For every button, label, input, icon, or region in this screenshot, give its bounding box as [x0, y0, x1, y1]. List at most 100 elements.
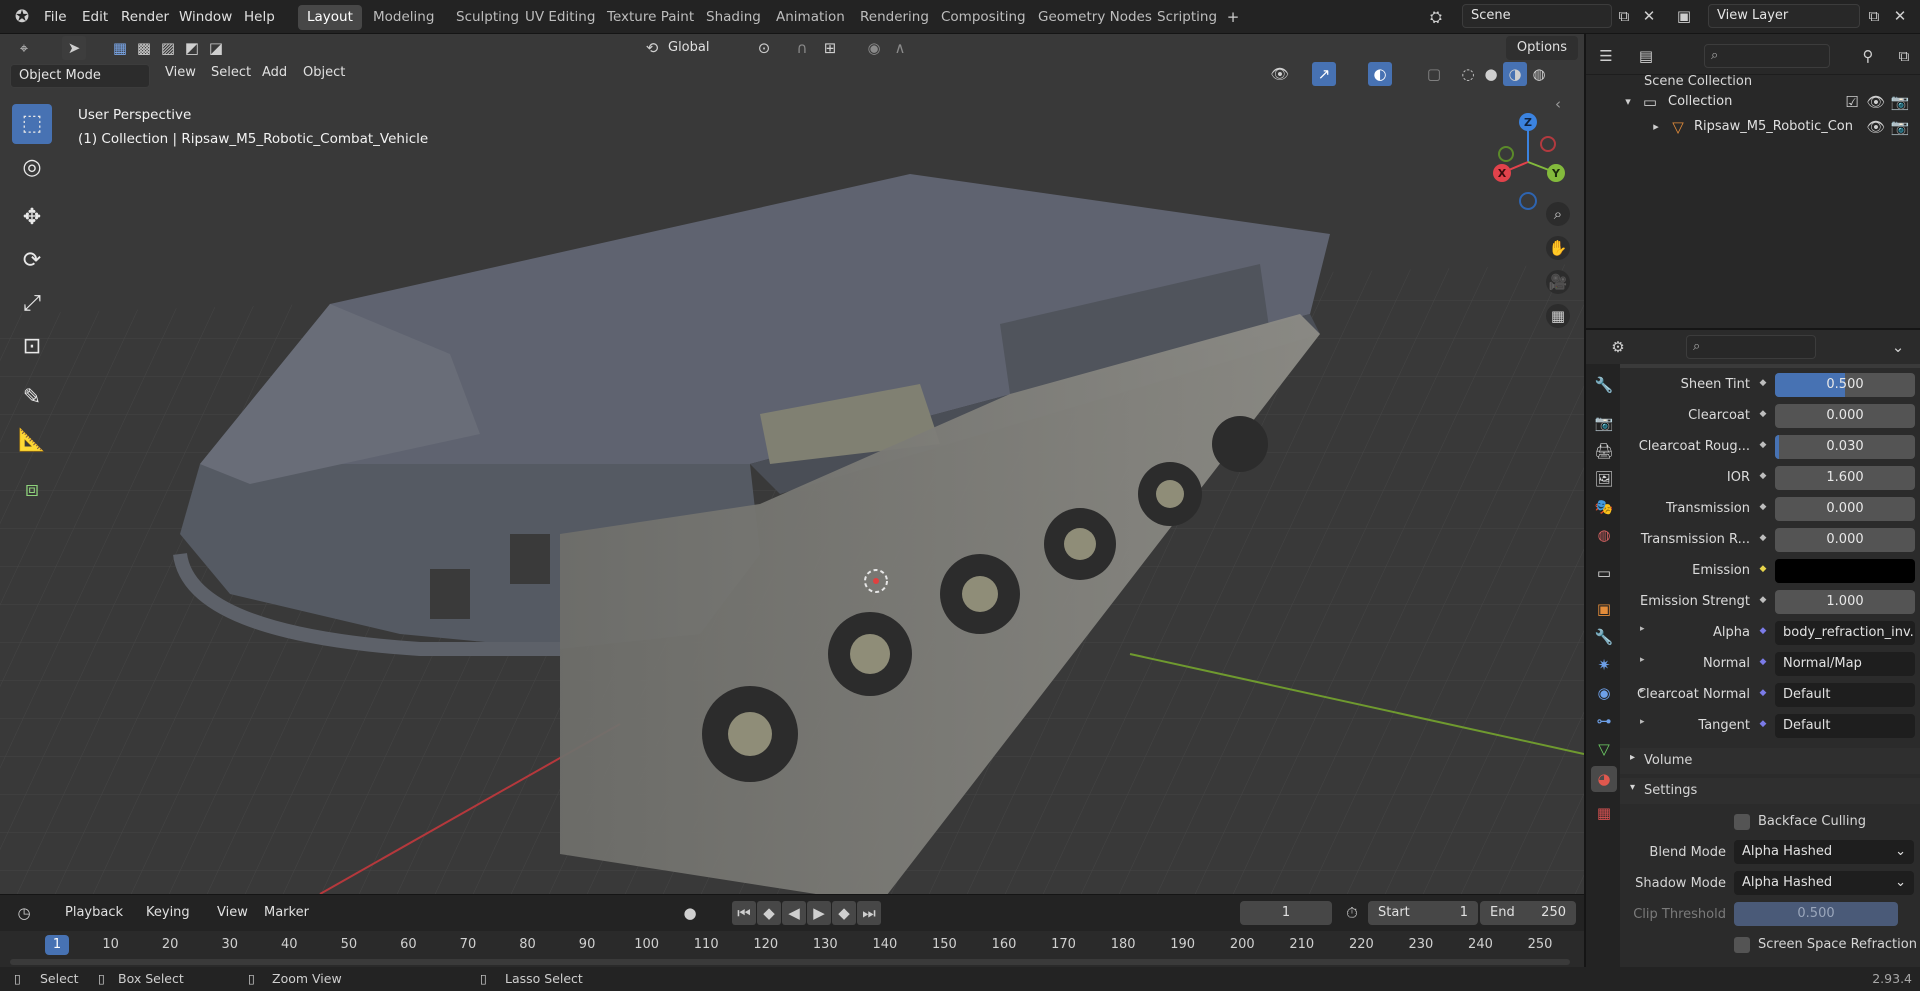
collection-checkbox-icon[interactable]: ☑ [1840, 90, 1864, 114]
collection-label[interactable]: Collection [1668, 90, 1732, 114]
tab-animation[interactable]: Animation [767, 5, 854, 30]
cursor-tool-icon[interactable]: ◎ [12, 148, 52, 188]
shadow-mode-select[interactable]: Alpha Hashed ⌄ [1734, 871, 1914, 895]
options-button[interactable]: Options [1506, 36, 1578, 60]
collapse-collection-icon[interactable]: ▾ [1616, 90, 1640, 114]
socket-dot-icon[interactable]: ◆ [1756, 409, 1770, 419]
select-extend-icon[interactable]: ▩ [132, 36, 156, 60]
snap-icon[interactable]: ∩ [790, 36, 814, 60]
view-layer-icon[interactable]: ▣ [1672, 4, 1696, 28]
menu-file[interactable]: File [36, 0, 75, 34]
tab-rendering[interactable]: Rendering [851, 5, 938, 30]
select-intersect-icon[interactable]: ◪ [204, 36, 228, 60]
collection-visibility-icon[interactable]: 👁 [1864, 90, 1888, 114]
tab-layout[interactable]: Layout [298, 5, 362, 30]
tool-tab-icon[interactable]: 🔧 [1591, 372, 1617, 398]
menu-render[interactable]: Render [113, 0, 177, 34]
jump-end-icon[interactable]: ⏭ [857, 901, 881, 925]
property-link-field[interactable]: Normal/Map [1775, 652, 1915, 676]
tab-shading[interactable]: Shading [697, 5, 770, 30]
end-frame-field[interactable]: End 250 [1480, 901, 1576, 925]
tab-uv-editing[interactable]: UV Editing [516, 5, 604, 30]
rendered-shading-icon[interactable]: ◍ [1527, 62, 1551, 86]
property-slider[interactable]: 0.000 [1775, 404, 1915, 428]
emission-color-swatch[interactable] [1775, 559, 1915, 583]
physics-tab-icon[interactable]: ◉ [1591, 680, 1617, 706]
property-slider[interactable]: 0.000 [1775, 528, 1915, 552]
display-mode-icon[interactable]: ▤ [1634, 44, 1658, 68]
property-number[interactable]: 1.600 [1775, 466, 1915, 490]
filter-icon[interactable]: ⚲ [1856, 44, 1880, 68]
socket-dot-icon[interactable]: ◆ [1756, 626, 1770, 636]
menu-edit[interactable]: Edit [74, 0, 116, 34]
backface-culling-checkbox[interactable] [1734, 814, 1750, 830]
data-tab-icon[interactable]: ▽ [1591, 736, 1617, 762]
gizmo-toggle-icon[interactable]: ↗ [1312, 62, 1336, 86]
socket-dot-icon[interactable]: ◆ [1756, 378, 1770, 388]
properties-editor-type-icon[interactable]: ⚙ [1606, 335, 1630, 359]
snap-target-icon[interactable]: ⊞ [818, 36, 842, 60]
current-frame-indicator[interactable]: 1 [45, 935, 69, 955]
output-tab-icon[interactable]: 🖨 [1591, 438, 1617, 464]
viewport-menu-add[interactable]: Add [254, 62, 295, 84]
collection-tab-icon[interactable]: ▭ [1591, 560, 1617, 586]
new-scene-icon[interactable]: ⧉ [1612, 4, 1636, 28]
timeline-menu-view[interactable]: View [209, 901, 256, 925]
outliner-editor-type-icon[interactable]: ☰ [1594, 44, 1618, 68]
overlays-icon[interactable]: ◐ [1368, 62, 1392, 86]
property-link-field[interactable]: Default [1775, 683, 1915, 707]
zoom-view-icon[interactable]: ⌕ [1546, 202, 1570, 226]
add-workspace-icon[interactable]: + [1221, 5, 1245, 29]
move-tool-icon[interactable]: ✥ [12, 198, 52, 238]
current-frame-field[interactable]: 1 [1240, 901, 1332, 925]
delete-scene-icon[interactable]: ✕ [1637, 4, 1661, 28]
socket-dot-icon[interactable]: ◆ [1756, 564, 1770, 574]
select-tool-icon[interactable]: ➤ [62, 36, 86, 60]
view-layer-tab-icon[interactable]: 🖼 [1591, 466, 1617, 492]
select-box-tool-icon[interactable]: ⬚ [12, 104, 52, 144]
falloff-icon[interactable]: ∧ [888, 36, 912, 60]
mode-select[interactable]: Object Mode [10, 64, 150, 88]
select-invert-icon[interactable]: ◩ [180, 36, 204, 60]
3d-viewport[interactable]: ⌖ ➤ ▦ ▩ ▨ ◩ ◪ ⟲ Global ⊙ ∩ ⊞ ◉ ∧ Options… [0, 34, 1584, 894]
screen-space-refraction-checkbox[interactable] [1734, 937, 1750, 953]
blend-mode-select[interactable]: Alpha Hashed ⌄ [1734, 840, 1914, 864]
timeline-scrollbar[interactable] [10, 959, 1570, 965]
menu-help[interactable]: Help [236, 0, 283, 34]
constraints-tab-icon[interactable]: ⊶ [1591, 708, 1617, 734]
scene-field[interactable]: Scene [1462, 4, 1612, 28]
proportional-edit-icon[interactable]: ◉ [862, 36, 886, 60]
scene-tab-icon[interactable]: 🎭 [1591, 494, 1617, 520]
timeline-menu-keying[interactable]: Keying [138, 901, 198, 925]
outliner-search-input[interactable]: ⌕ [1704, 44, 1830, 68]
editor-type-icon[interactable]: ⌖ [12, 36, 36, 60]
add-cube-tool-icon[interactable]: ⧈ [12, 470, 52, 510]
socket-dot-icon[interactable]: ◆ [1756, 719, 1770, 729]
expand-object-icon[interactable]: ▸ [1644, 115, 1668, 139]
settings-panel-header[interactable]: ▾ Settings [1620, 778, 1920, 804]
render-tab-icon[interactable]: 📷 [1591, 410, 1617, 436]
property-slider[interactable]: 0.500 [1775, 373, 1915, 397]
material-shading-icon[interactable]: ◑ [1503, 62, 1527, 86]
object-label[interactable]: Ripsaw_M5_Robotic_Con [1694, 115, 1853, 139]
viewport-menu-view[interactable]: View [157, 62, 204, 84]
wireframe-shading-icon[interactable]: ◌ [1456, 62, 1480, 86]
property-number[interactable]: 1.000 [1775, 590, 1915, 614]
property-slider[interactable]: 0.030 [1775, 435, 1915, 459]
pan-view-icon[interactable]: ✋ [1546, 236, 1570, 260]
transform-orientation-select[interactable]: Global [668, 40, 709, 55]
camera-view-icon[interactable]: 🎥 [1546, 270, 1570, 294]
xray-icon[interactable]: ▢ [1422, 62, 1446, 86]
tab-geometry-nodes[interactable]: Geometry Nodes [1029, 5, 1161, 30]
property-link-field[interactable]: Default [1775, 714, 1915, 738]
object-tab-icon[interactable]: ▣ [1591, 596, 1617, 622]
socket-dot-icon[interactable]: ◆ [1756, 471, 1770, 481]
socket-dot-icon[interactable]: ◆ [1756, 657, 1770, 667]
viewport-menu-object[interactable]: Object [295, 62, 353, 84]
delete-view-layer-icon[interactable]: ✕ [1888, 4, 1912, 28]
scale-tool-icon[interactable]: ⤢ [12, 284, 52, 324]
timeline-menu-playback[interactable]: Playback [57, 901, 131, 925]
stopwatch-icon[interactable]: ⏱ [1340, 901, 1364, 925]
tab-modeling[interactable]: Modeling [364, 5, 443, 30]
transform-tool-icon[interactable]: ⊡ [12, 327, 52, 367]
